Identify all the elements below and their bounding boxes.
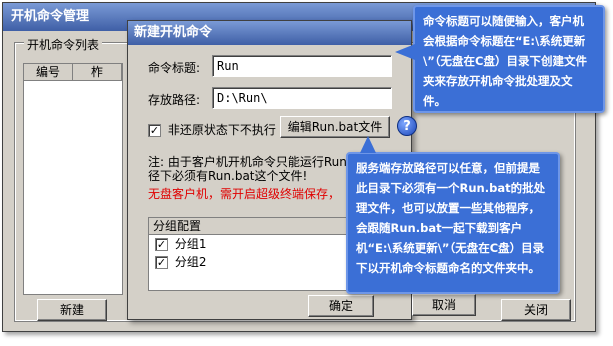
- title-tip-pointer: [395, 44, 415, 60]
- command-list-header: 编号 柞: [24, 64, 122, 81]
- ok-button[interactable]: 确定: [308, 295, 374, 317]
- command-title-label: 命令标题:: [148, 61, 201, 75]
- help-icon[interactable]: ?: [397, 116, 417, 136]
- path-input[interactable]: D:\Run\: [212, 87, 392, 109]
- no-restore-checkbox-label: 非还原状态下不执行: [167, 123, 276, 137]
- no-restore-checkbox[interactable]: ✓: [148, 124, 161, 137]
- edit-run-bat-button[interactable]: 编辑Run.bat文件: [280, 116, 390, 138]
- path-label: 存放路径:: [148, 93, 201, 107]
- title-tip-callout: 命令标题可以随便输入，客户机会根据命令标题在“E:\系统更新\”（无盘在C盘）目…: [413, 5, 605, 113]
- group-name: 分组1: [174, 237, 207, 251]
- cancel-button[interactable]: 取消: [412, 294, 476, 316]
- path-tip-pointer: [360, 136, 376, 153]
- warning-text: 无盘客户机，需开启超级终端保存，: [148, 187, 341, 201]
- group-name: 分组2: [174, 255, 207, 269]
- close-button[interactable]: 关闭: [501, 299, 571, 321]
- path-tip-callout: 服务端存放路径可以任意，但前提是此目录下必须有一个Run.bat的批处理文件，也…: [346, 152, 560, 294]
- command-list[interactable]: 编号 柞: [23, 63, 123, 295]
- note-line-1: 注: 由于客户机开机命令只能运行Run: [148, 155, 347, 169]
- column-header-number[interactable]: 编号: [24, 64, 73, 80]
- group-checkbox[interactable]: ✓: [155, 256, 168, 269]
- dialog-title: 新建开机命令: [128, 21, 411, 45]
- note-line-2: 径下必须有Run.bat这个文件!: [148, 169, 308, 183]
- column-header-name[interactable]: 柞: [73, 64, 122, 80]
- new-button[interactable]: 新建: [37, 299, 107, 321]
- group-checkbox[interactable]: ✓: [155, 238, 168, 251]
- command-title-input[interactable]: Run: [212, 55, 392, 77]
- no-restore-checkbox-row[interactable]: ✓ 非还原状态下不执行: [148, 121, 276, 138]
- command-list-group-title: 开机命令列表: [24, 36, 103, 53]
